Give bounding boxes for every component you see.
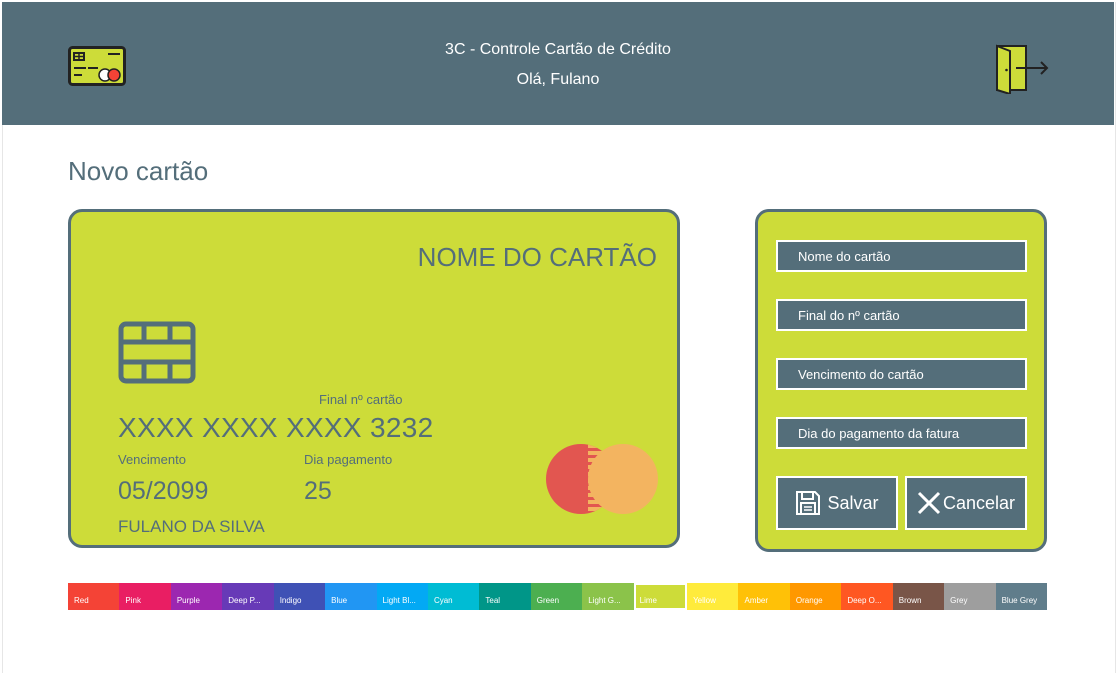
cancel-button[interactable]: Cancelar <box>905 476 1027 530</box>
color-swatch-green[interactable]: Green <box>530 583 583 610</box>
card-final-input[interactable] <box>776 299 1027 331</box>
due-date-label: Vencimento <box>118 452 186 467</box>
user-greeting: Olá, Fulano <box>516 71 600 88</box>
color-swatch-grey[interactable]: Grey <box>944 583 996 610</box>
save-button[interactable]: Salvar <box>776 476 898 530</box>
color-swatch-deep-o[interactable]: Deep O... <box>841 583 893 610</box>
card-preview: NOME DO CARTÃO Final nº cartão XXXX XXXX… <box>68 209 680 548</box>
app-title: 3C - Controle Cartão de Crédito <box>445 41 671 58</box>
card-holder-name: FULANO DA SILVA <box>118 517 265 536</box>
color-swatch-amber[interactable]: Amber <box>738 583 790 610</box>
color-swatch-red[interactable]: Red <box>68 583 120 610</box>
color-palette: Red Pink Purple Deep P... Indigo Blue Light Bl… <box>68 583 1048 610</box>
color-swatch-indigo[interactable]: Indigo <box>273 583 326 610</box>
card-number: XXXX XXXX XXXX 3232 <box>118 412 434 443</box>
payment-day-value: 25 <box>304 477 332 505</box>
color-swatch-brown[interactable]: Brown <box>892 583 945 610</box>
color-swatch-pink[interactable]: Pink <box>119 583 171 610</box>
exit-door-icon[interactable] <box>992 42 1050 94</box>
color-swatch-blue-grey[interactable]: Blue Grey <box>995 583 1048 610</box>
color-swatch-lime[interactable]: Lime <box>633 583 688 610</box>
color-swatch-yellow[interactable]: Yellow <box>687 583 739 610</box>
card-name: NOME DO CARTÃO <box>417 242 657 272</box>
color-swatch-blue[interactable]: Blue <box>325 583 377 610</box>
close-x-icon <box>917 491 941 515</box>
color-swatch-orange[interactable]: Orange <box>789 583 842 610</box>
card-form: Salvar Cancelar <box>755 209 1047 552</box>
color-swatch-deep-p[interactable]: Deep P... <box>222 583 274 610</box>
payment-day-label: Dia pagamento <box>304 452 393 467</box>
payment-day-input[interactable] <box>776 417 1027 449</box>
cancel-button-label: Cancelar <box>942 492 1016 513</box>
color-swatch-cyan[interactable]: Cyan <box>427 583 480 610</box>
color-swatch-light-bl[interactable]: Light Bl... <box>376 583 428 610</box>
app-header: 3C - Controle Cartão de Crédito Olá, Ful… <box>2 2 1114 125</box>
card-chip-icon <box>118 321 196 384</box>
mastercard-icon <box>546 444 658 514</box>
color-swatch-teal[interactable]: Teal <box>479 583 531 610</box>
floppy-disk-icon <box>796 491 821 515</box>
color-swatch-light-g[interactable]: Light G... <box>582 583 634 610</box>
card-final-label: Final nº cartão <box>319 392 403 407</box>
save-button-label: Salvar <box>827 492 879 513</box>
color-swatch-purple[interactable]: Purple <box>170 583 223 610</box>
due-date-value: 05/2099 <box>118 477 209 505</box>
card-name-input[interactable] <box>776 240 1027 272</box>
card-due-date-input[interactable] <box>776 358 1027 390</box>
page-title: Novo cartão <box>68 156 209 186</box>
